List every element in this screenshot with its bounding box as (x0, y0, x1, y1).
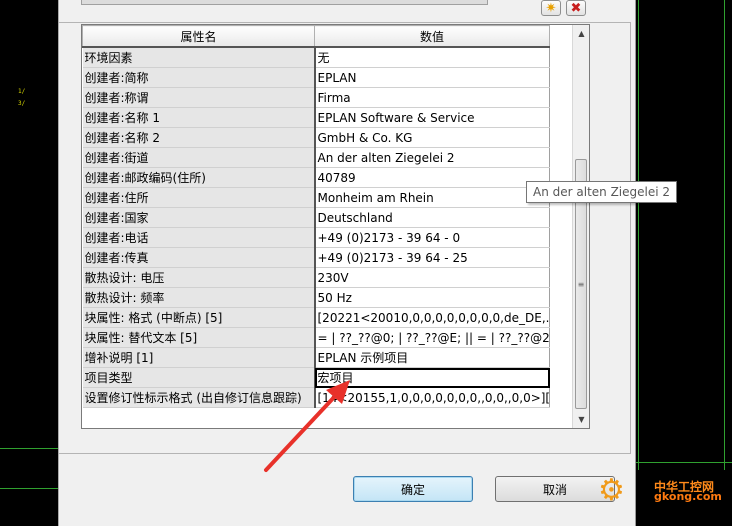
property-value-cell[interactable]: +49 (0)2173 - 39 64 - 25 (314, 247, 550, 268)
table-row[interactable]: 散热设计: 电压 230V (82, 267, 550, 288)
project-properties-dialog: ✷ ✖ 属性名 数值 环境因素无创建者:简称 EPLAN 创建者:称谓 Firma 创建… (58, 0, 636, 526)
property-name-cell[interactable]: 块属性: 格式 (中断点) [5] (82, 307, 316, 328)
grip-icon: ≡ (577, 279, 585, 289)
table-row[interactable]: 创建者:街道 An der alten Ziegelei 2 (82, 147, 550, 168)
property-value-cell[interactable]: 无 (314, 47, 550, 68)
watermark-url: gkong.com (654, 490, 722, 503)
table-row[interactable]: 创建者:国家 Deutschland (82, 207, 550, 228)
table-row[interactable]: 创建者:称谓 Firma (82, 87, 550, 108)
property-name-cell[interactable]: 创建者:名称 2 (82, 127, 316, 148)
table-row[interactable]: 设置修订性标示格式 (出自修订信息跟踪) [14<20155,1,0,0,0,0,… (82, 387, 550, 408)
property-value-cell[interactable]: [14<20155,1,0,0,0,0,0,0,0,,0,0,,0,0>][..… (314, 387, 550, 408)
table-row[interactable]: 创建者:名称 2 GmbH & Co. KG (82, 127, 550, 148)
property-name-cell[interactable]: 创建者:传真 (82, 247, 316, 268)
star-new-icon: ✷ (545, 0, 557, 16)
gkong-watermark: ⚙ 中华工控网 gkong.com (596, 470, 732, 526)
property-name-cell[interactable]: 创建者:邮政编码(住所) (82, 167, 316, 188)
property-value-cell[interactable]: Monheim am Rhein (314, 187, 550, 208)
property-name-cell[interactable]: 增补说明 [1] (82, 347, 316, 368)
property-name-cell[interactable]: 环境因素 (82, 47, 316, 68)
property-value-cell[interactable]: = | ??_??@0; | ??_??@E; || = | ??_??@2;.… (314, 327, 550, 348)
property-value-cell[interactable]: 宏项目 (314, 367, 550, 388)
property-grid: 属性名 数值 环境因素无创建者:简称 EPLAN 创建者:称谓 Firma 创建者:名称… (81, 24, 590, 429)
property-name-cell[interactable]: 创建者:电话 (82, 227, 316, 248)
ok-button[interactable]: 确定 (353, 476, 473, 502)
cad-grid-line (0, 488, 58, 489)
property-value-cell[interactable]: EPLAN 示例项目 (314, 347, 550, 368)
table-row[interactable]: 创建者:住所 Monheim am Rhein (82, 187, 550, 208)
table-row[interactable]: 创建者:简称 EPLAN (82, 67, 550, 88)
table-row[interactable]: 块属性: 替代文本 [5] = | ??_??@0; | ??_??@E; || … (82, 327, 550, 348)
property-value-cell[interactable]: [20221<20010,0,0,0,0,0,0,0,0,de_DE,... (314, 307, 550, 328)
cad-label: 1/ (18, 88, 26, 95)
property-value-cell[interactable]: 50 Hz (314, 287, 550, 308)
cad-canvas-left: 1/ 3/ (0, 0, 58, 526)
property-value-cell[interactable]: An der alten Ziegelei 2 (314, 147, 550, 168)
table-row[interactable]: 创建者:名称 1 EPLAN Software & Service (82, 107, 550, 128)
property-category-dropdown[interactable] (81, 0, 488, 5)
delete-property-button[interactable]: ✖ (566, 0, 586, 16)
property-name-cell[interactable]: 创建者:简称 (82, 67, 316, 88)
grid-vertical-scrollbar[interactable]: ▲ ≡ ▼ (572, 25, 589, 428)
table-row[interactable]: 创建者:邮政编码(住所) 40789 (82, 167, 550, 188)
property-name-cell[interactable]: 创建者:街道 (82, 147, 316, 168)
property-value-cell[interactable]: Firma (314, 87, 550, 108)
gear-icon: ⚙ (598, 473, 625, 508)
property-name-cell[interactable]: 块属性: 替代文本 [5] (82, 327, 316, 348)
property-value-cell[interactable]: EPLAN Software & Service (314, 107, 550, 128)
property-value-cell[interactable]: +49 (0)2173 - 39 64 - 0 (314, 227, 550, 248)
table-row[interactable]: 环境因素无 (82, 47, 550, 68)
property-value-cell[interactable]: Deutschland (314, 207, 550, 228)
table-row[interactable]: 块属性: 格式 (中断点) [5] [20221<20010,0,0,0,0,0,… (82, 307, 550, 328)
cad-grid-line (724, 0, 725, 470)
property-value-cell[interactable]: EPLAN (314, 67, 550, 88)
property-value-cell[interactable]: GmbH & Co. KG (314, 127, 550, 148)
column-header-property-name[interactable]: 属性名 (82, 25, 315, 48)
scroll-up-icon[interactable]: ▲ (573, 25, 589, 42)
table-row[interactable]: 创建者:传真 +49 (0)2173 - 39 64 - 25 (82, 247, 550, 268)
table-row[interactable]: 项目类型 宏项目 (82, 367, 550, 388)
property-name-cell[interactable]: 散热设计: 电压 (82, 267, 316, 288)
cad-grid-line (0, 448, 58, 449)
property-name-cell[interactable]: 创建者:住所 (82, 187, 316, 208)
new-property-button[interactable]: ✷ (541, 0, 561, 16)
table-row[interactable]: 散热设计: 频率 50 Hz (82, 287, 550, 308)
property-name-cell[interactable]: 创建者:名称 1 (82, 107, 316, 128)
column-header-value[interactable]: 数值 (314, 25, 550, 48)
property-name-cell[interactable]: 创建者:称谓 (82, 87, 316, 108)
table-row[interactable]: 增补说明 [1] EPLAN 示例项目 (82, 347, 550, 368)
property-name-cell[interactable]: 散热设计: 频率 (82, 287, 316, 308)
property-value-cell[interactable]: 40789 (314, 167, 550, 188)
property-name-cell[interactable]: 设置修订性标示格式 (出自修订信息跟踪) (82, 387, 316, 408)
property-name-cell[interactable]: 项目类型 (82, 367, 316, 388)
property-value-cell[interactable]: 230V (314, 267, 550, 288)
cad-label: 3/ (18, 100, 26, 107)
table-row[interactable]: 创建者:电话 +49 (0)2173 - 39 64 - 0 (82, 227, 550, 248)
value-tooltip: An der alten Ziegelei 2 (526, 181, 678, 203)
property-name-cell[interactable]: 创建者:国家 (82, 207, 316, 228)
scroll-down-icon[interactable]: ▼ (573, 411, 589, 428)
property-table: 属性名 数值 环境因素无创建者:简称 EPLAN 创建者:称谓 Firma 创建者:名称… (82, 25, 550, 408)
delete-x-icon: ✖ (570, 0, 582, 16)
cad-grid-line (638, 0, 639, 470)
